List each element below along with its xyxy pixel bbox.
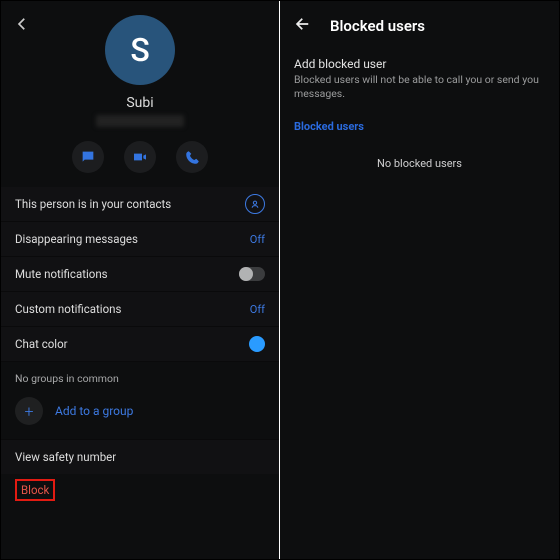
color-swatch — [249, 336, 265, 352]
blocked-users-pane: Blocked users Add blocked user Blocked u… — [280, 1, 559, 559]
row-chat-color[interactable]: Chat color — [1, 326, 279, 361]
back-button[interactable] — [13, 15, 31, 33]
row-mute[interactable]: Mute notifications — [1, 256, 279, 291]
row-value: Off — [250, 233, 265, 246]
row-block[interactable]: Block — [1, 474, 279, 506]
row-label: This person is in your contacts — [15, 197, 171, 211]
row-label: Custom notifications — [15, 302, 121, 316]
back-button[interactable] — [294, 15, 312, 37]
row-label: View safety number — [15, 450, 116, 464]
row-disappearing[interactable]: Disappearing messages Off — [1, 221, 279, 256]
add-to-group[interactable]: + Add to a group — [1, 393, 279, 439]
message-button[interactable] — [72, 141, 104, 173]
row-label: Disappearing messages — [15, 232, 138, 246]
contact-name: Subi — [126, 95, 153, 111]
contact-icon — [245, 194, 265, 214]
contact-header: S Subi — [1, 1, 279, 183]
row-view-safety[interactable]: View safety number — [1, 439, 279, 474]
add-blocked-title[interactable]: Add blocked user — [280, 45, 559, 73]
add-to-group-label: Add to a group — [55, 404, 133, 418]
page-title: Blocked users — [330, 17, 425, 35]
arrow-left-icon — [13, 15, 31, 33]
video-call-button[interactable] — [124, 141, 156, 173]
video-icon — [132, 149, 148, 165]
toggle-knob — [239, 267, 253, 281]
row-custom-notif[interactable]: Custom notifications Off — [1, 291, 279, 326]
contact-phone-redacted — [96, 115, 184, 127]
row-label: Mute notifications — [15, 267, 108, 281]
empty-state: No blocked users — [280, 143, 559, 170]
settings-list: This person is in your contacts Disappea… — [1, 187, 279, 361]
row-in-contacts[interactable]: This person is in your contacts — [1, 187, 279, 221]
blocked-header: Blocked users — [280, 1, 559, 45]
blocked-section-label: Blocked users — [280, 110, 559, 143]
row-value: Off — [250, 303, 265, 316]
arrow-left-icon — [294, 15, 312, 33]
add-blocked-sub: Blocked users will not be able to call y… — [280, 73, 559, 110]
action-row — [72, 141, 208, 173]
phone-icon — [185, 150, 200, 165]
plus-icon: + — [15, 397, 43, 425]
groups-header: No groups in common — [1, 361, 279, 393]
contact-detail-pane: S Subi This person is in your contacts — [1, 1, 280, 559]
block-label: Block — [15, 479, 55, 501]
message-icon — [80, 149, 96, 165]
avatar[interactable]: S — [105, 15, 175, 85]
voice-call-button[interactable] — [176, 141, 208, 173]
mute-toggle[interactable] — [239, 267, 265, 281]
row-label: Chat color — [15, 337, 68, 351]
